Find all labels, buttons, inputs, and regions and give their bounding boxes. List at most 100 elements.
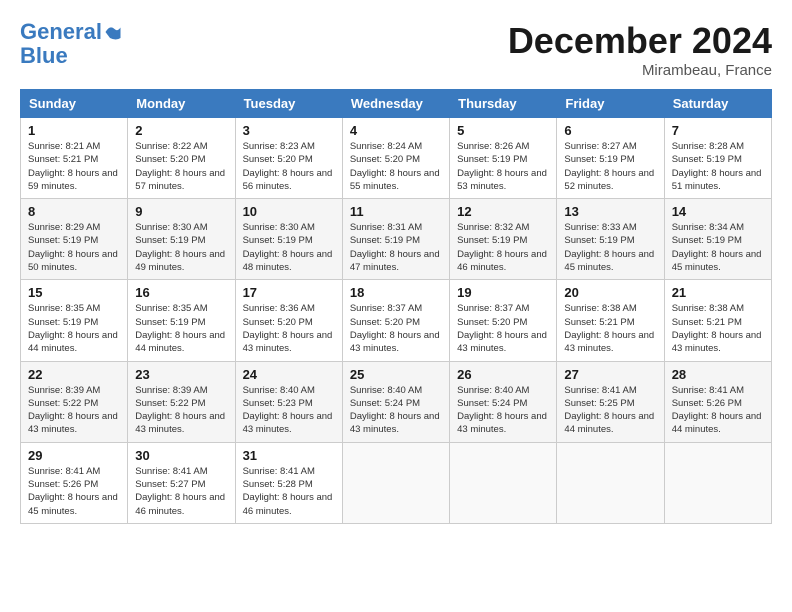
daylight-label: Daylight: 8 hours and 46 minutes. bbox=[457, 249, 547, 273]
sunrise-label: Sunrise: 8:24 AM bbox=[350, 141, 422, 152]
day-cell: 19 Sunrise: 8:37 AM Sunset: 5:20 PM Dayl… bbox=[450, 280, 557, 361]
day-number: 28 bbox=[672, 367, 764, 382]
daylight-label: Daylight: 8 hours and 43 minutes. bbox=[243, 330, 333, 354]
sunrise-label: Sunrise: 8:41 AM bbox=[672, 385, 744, 396]
day-number: 20 bbox=[564, 285, 656, 300]
day-cell bbox=[664, 442, 771, 523]
day-number: 2 bbox=[135, 123, 227, 138]
sunrise-label: Sunrise: 8:37 AM bbox=[457, 303, 529, 314]
day-info: Sunrise: 8:35 AM Sunset: 5:19 PM Dayligh… bbox=[135, 302, 227, 355]
daylight-label: Daylight: 8 hours and 43 minutes. bbox=[135, 411, 225, 435]
day-cell bbox=[450, 442, 557, 523]
day-cell: 23 Sunrise: 8:39 AM Sunset: 5:22 PM Dayl… bbox=[128, 361, 235, 442]
sunrise-label: Sunrise: 8:33 AM bbox=[564, 222, 636, 233]
day-cell: 10 Sunrise: 8:30 AM Sunset: 5:19 PM Dayl… bbox=[235, 199, 342, 280]
daylight-label: Daylight: 8 hours and 45 minutes. bbox=[672, 249, 762, 273]
sunrise-label: Sunrise: 8:38 AM bbox=[672, 303, 744, 314]
calendar-header: Sunday Monday Tuesday Wednesday Thursday… bbox=[21, 90, 772, 118]
calendar-subtitle: Mirambeau, France bbox=[508, 62, 772, 79]
day-info: Sunrise: 8:24 AM Sunset: 5:20 PM Dayligh… bbox=[350, 140, 442, 193]
day-info: Sunrise: 8:23 AM Sunset: 5:20 PM Dayligh… bbox=[243, 140, 335, 193]
day-info: Sunrise: 8:37 AM Sunset: 5:20 PM Dayligh… bbox=[350, 302, 442, 355]
sunset-label: Sunset: 5:19 PM bbox=[457, 154, 527, 165]
daylight-label: Daylight: 8 hours and 53 minutes. bbox=[457, 168, 547, 192]
day-cell: 2 Sunrise: 8:22 AM Sunset: 5:20 PM Dayli… bbox=[128, 118, 235, 199]
calendar-title: December 2024 bbox=[508, 20, 772, 62]
day-info: Sunrise: 8:26 AM Sunset: 5:19 PM Dayligh… bbox=[457, 140, 549, 193]
day-info: Sunrise: 8:22 AM Sunset: 5:20 PM Dayligh… bbox=[135, 140, 227, 193]
sunset-label: Sunset: 5:19 PM bbox=[564, 235, 634, 246]
day-info: Sunrise: 8:32 AM Sunset: 5:19 PM Dayligh… bbox=[457, 221, 549, 274]
sunrise-label: Sunrise: 8:41 AM bbox=[243, 466, 315, 477]
day-number: 29 bbox=[28, 448, 120, 463]
day-cell: 18 Sunrise: 8:37 AM Sunset: 5:20 PM Dayl… bbox=[342, 280, 449, 361]
header: General Blue December 2024 Mirambeau, Fr… bbox=[20, 20, 772, 79]
sunrise-label: Sunrise: 8:39 AM bbox=[135, 385, 207, 396]
day-cell: 29 Sunrise: 8:41 AM Sunset: 5:26 PM Dayl… bbox=[21, 442, 128, 523]
day-info: Sunrise: 8:38 AM Sunset: 5:21 PM Dayligh… bbox=[672, 302, 764, 355]
daylight-label: Daylight: 8 hours and 45 minutes. bbox=[564, 249, 654, 273]
day-info: Sunrise: 8:41 AM Sunset: 5:25 PM Dayligh… bbox=[564, 384, 656, 437]
day-info: Sunrise: 8:41 AM Sunset: 5:28 PM Dayligh… bbox=[243, 465, 335, 518]
day-number: 18 bbox=[350, 285, 442, 300]
sunset-label: Sunset: 5:19 PM bbox=[28, 235, 98, 246]
header-tuesday: Tuesday bbox=[235, 90, 342, 118]
day-info: Sunrise: 8:33 AM Sunset: 5:19 PM Dayligh… bbox=[564, 221, 656, 274]
title-area: December 2024 Mirambeau, France bbox=[508, 20, 772, 79]
logo-text2: Blue bbox=[20, 43, 68, 68]
daylight-label: Daylight: 8 hours and 43 minutes. bbox=[564, 330, 654, 354]
sunset-label: Sunset: 5:23 PM bbox=[243, 398, 313, 409]
day-number: 26 bbox=[457, 367, 549, 382]
day-info: Sunrise: 8:34 AM Sunset: 5:19 PM Dayligh… bbox=[672, 221, 764, 274]
sunset-label: Sunset: 5:27 PM bbox=[135, 479, 205, 490]
day-info: Sunrise: 8:40 AM Sunset: 5:24 PM Dayligh… bbox=[350, 384, 442, 437]
sunset-label: Sunset: 5:22 PM bbox=[28, 398, 98, 409]
sunset-label: Sunset: 5:26 PM bbox=[28, 479, 98, 490]
daylight-label: Daylight: 8 hours and 44 minutes. bbox=[28, 330, 118, 354]
sunrise-label: Sunrise: 8:40 AM bbox=[350, 385, 422, 396]
sunrise-label: Sunrise: 8:41 AM bbox=[28, 466, 100, 477]
sunrise-label: Sunrise: 8:38 AM bbox=[564, 303, 636, 314]
day-info: Sunrise: 8:40 AM Sunset: 5:24 PM Dayligh… bbox=[457, 384, 549, 437]
sunset-label: Sunset: 5:20 PM bbox=[135, 154, 205, 165]
day-info: Sunrise: 8:39 AM Sunset: 5:22 PM Dayligh… bbox=[135, 384, 227, 437]
week-row-2: 8 Sunrise: 8:29 AM Sunset: 5:19 PM Dayli… bbox=[21, 199, 772, 280]
calendar-body: 1 Sunrise: 8:21 AM Sunset: 5:21 PM Dayli… bbox=[21, 118, 772, 524]
week-row-5: 29 Sunrise: 8:41 AM Sunset: 5:26 PM Dayl… bbox=[21, 442, 772, 523]
daylight-label: Daylight: 8 hours and 43 minutes. bbox=[457, 411, 547, 435]
day-cell: 17 Sunrise: 8:36 AM Sunset: 5:20 PM Dayl… bbox=[235, 280, 342, 361]
day-number: 23 bbox=[135, 367, 227, 382]
day-cell: 20 Sunrise: 8:38 AM Sunset: 5:21 PM Dayl… bbox=[557, 280, 664, 361]
sunrise-label: Sunrise: 8:35 AM bbox=[28, 303, 100, 314]
day-info: Sunrise: 8:27 AM Sunset: 5:19 PM Dayligh… bbox=[564, 140, 656, 193]
sunset-label: Sunset: 5:19 PM bbox=[564, 154, 634, 165]
daylight-label: Daylight: 8 hours and 48 minutes. bbox=[243, 249, 333, 273]
day-info: Sunrise: 8:28 AM Sunset: 5:19 PM Dayligh… bbox=[672, 140, 764, 193]
sunset-label: Sunset: 5:19 PM bbox=[457, 235, 527, 246]
sunset-label: Sunset: 5:21 PM bbox=[672, 317, 742, 328]
day-number: 8 bbox=[28, 204, 120, 219]
day-number: 13 bbox=[564, 204, 656, 219]
day-cell: 12 Sunrise: 8:32 AM Sunset: 5:19 PM Dayl… bbox=[450, 199, 557, 280]
sunrise-label: Sunrise: 8:41 AM bbox=[135, 466, 207, 477]
day-info: Sunrise: 8:36 AM Sunset: 5:20 PM Dayligh… bbox=[243, 302, 335, 355]
sunset-label: Sunset: 5:22 PM bbox=[135, 398, 205, 409]
sunset-label: Sunset: 5:19 PM bbox=[350, 235, 420, 246]
day-number: 15 bbox=[28, 285, 120, 300]
day-number: 10 bbox=[243, 204, 335, 219]
sunrise-label: Sunrise: 8:40 AM bbox=[243, 385, 315, 396]
day-info: Sunrise: 8:30 AM Sunset: 5:19 PM Dayligh… bbox=[135, 221, 227, 274]
header-wednesday: Wednesday bbox=[342, 90, 449, 118]
sunrise-label: Sunrise: 8:26 AM bbox=[457, 141, 529, 152]
sunset-label: Sunset: 5:24 PM bbox=[457, 398, 527, 409]
sunrise-label: Sunrise: 8:39 AM bbox=[28, 385, 100, 396]
sunset-label: Sunset: 5:20 PM bbox=[457, 317, 527, 328]
sunset-label: Sunset: 5:19 PM bbox=[243, 235, 313, 246]
day-number: 11 bbox=[350, 204, 442, 219]
day-number: 7 bbox=[672, 123, 764, 138]
sunset-label: Sunset: 5:19 PM bbox=[28, 317, 98, 328]
sunrise-label: Sunrise: 8:27 AM bbox=[564, 141, 636, 152]
sunrise-label: Sunrise: 8:36 AM bbox=[243, 303, 315, 314]
daylight-label: Daylight: 8 hours and 56 minutes. bbox=[243, 168, 333, 192]
daylight-label: Daylight: 8 hours and 50 minutes. bbox=[28, 249, 118, 273]
